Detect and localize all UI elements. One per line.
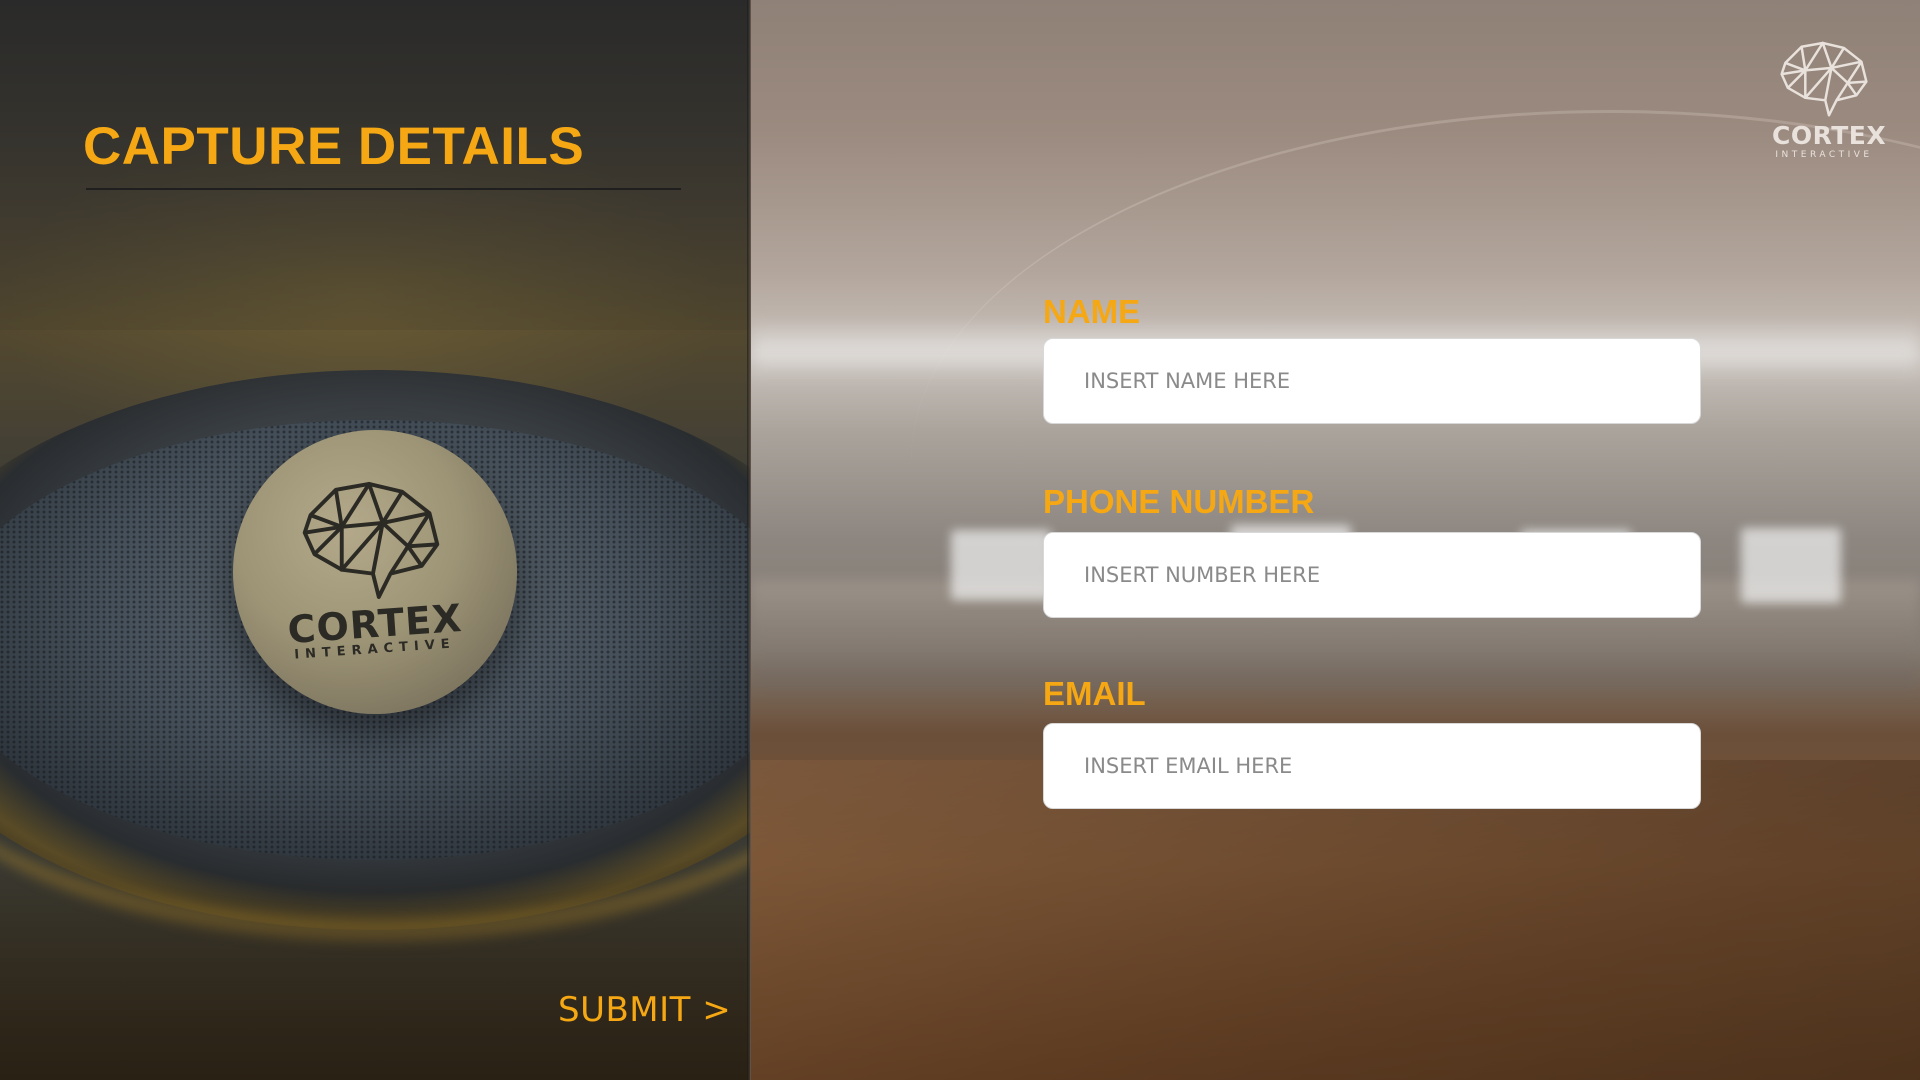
name-label: NAME — [1043, 293, 1141, 330]
branded-ball-image: CORTEX INTERACTIVE — [233, 430, 517, 714]
email-input[interactable] — [1043, 723, 1701, 809]
brand-wordmark: CORTEX — [1772, 121, 1887, 150]
brain-icon — [1780, 41, 1868, 117]
page-title: CAPTURE DETAILS — [83, 117, 585, 176]
title-underline — [86, 188, 681, 190]
email-label: EMAIL — [1043, 675, 1146, 712]
capture-details-screen: CORTEX INTERACTIVE CAPTURE DETAILS SUBMI… — [0, 0, 1920, 1080]
left-panel: CORTEX INTERACTIVE CAPTURE DETAILS SUBMI… — [0, 0, 750, 1080]
brand-tagline: INTERACTIVE — [1775, 150, 1873, 160]
background-monitor — [1741, 528, 1841, 603]
name-input[interactable] — [1043, 338, 1701, 424]
brain-icon — [302, 481, 440, 599]
phone-input[interactable] — [1043, 532, 1701, 618]
brand-logo: CORTEX INTERACTIVE — [1772, 38, 1887, 160]
background-monitor — [951, 530, 1051, 600]
background-shade-bottom — [0, 860, 750, 1080]
submit-button[interactable]: SUBMIT > — [558, 990, 731, 1030]
phone-label: PHONE NUMBER — [1043, 483, 1315, 520]
